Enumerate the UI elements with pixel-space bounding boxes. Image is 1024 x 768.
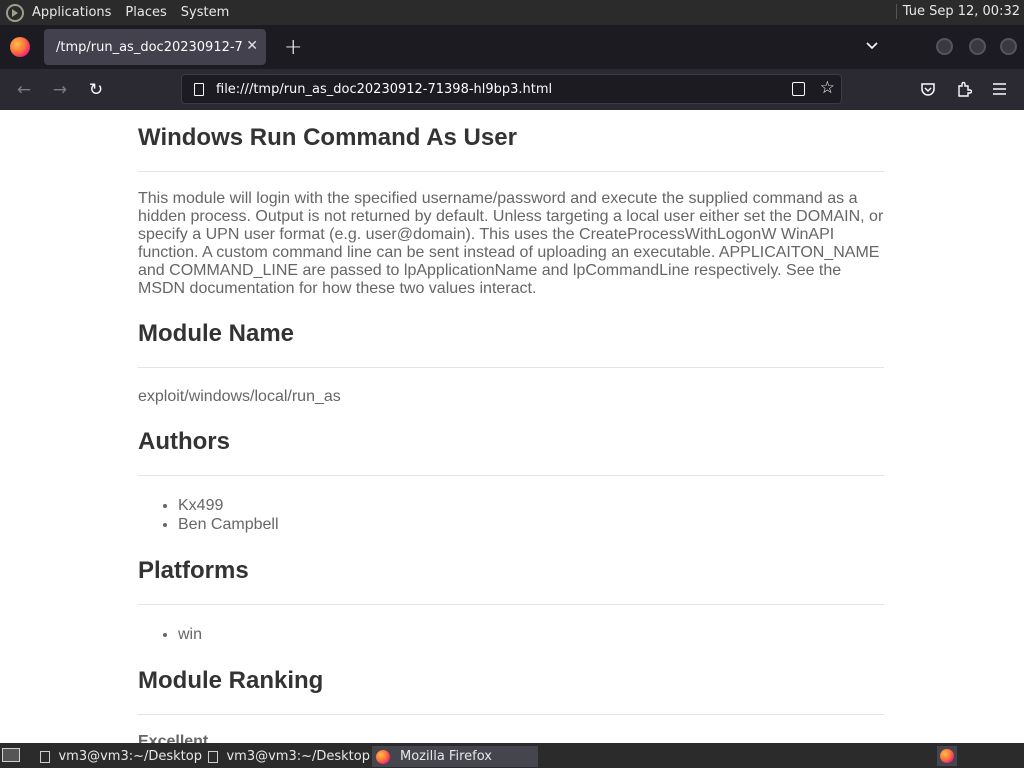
tray-firefox-button[interactable] [937,746,957,766]
tab-run-as-doc[interactable]: /tmp/run_as_doc20230912-71398-hl9bp3.htm… [44,29,266,65]
terminal-icon [208,750,219,763]
hamburger-menu-icon[interactable] [992,83,1007,95]
firefox-logo-icon [10,37,30,57]
nav-bar: ← → ↻ file:///tmp/run_as_doc20230912-713… [0,69,1024,110]
extensions-puzzle-icon[interactable] [956,81,972,98]
taskbar-item-label: vm3@vm3:~/Desktop [226,749,370,764]
module-name-heading: Module Name [138,320,884,368]
page-content: Windows Run Command As User This module … [0,110,1024,743]
taskbar-item-label: Mozilla Firefox [400,749,492,764]
places-menu[interactable]: Places [125,5,166,20]
terminal-icon [40,750,51,763]
page-title: Windows Run Command As User [138,124,884,172]
close-window-button[interactable] [1000,38,1017,55]
authors-list: Kx499 Ben Campbell [178,496,884,534]
list-item: Kx499 [178,496,884,515]
tab-title: /tmp/run_as_doc20230912-71398-hl9bp3.htm… [56,39,242,55]
distro-logo-icon[interactable] [6,3,24,22]
firefox-logo-icon [376,749,390,764]
reader-view-icon[interactable] [792,82,805,96]
bookmark-star-icon[interactable]: ☆ [820,78,835,98]
page-document-icon [194,82,204,96]
taskbar-item-terminal-2[interactable]: vm3@vm3:~/Desktop [204,746,370,767]
url-text[interactable]: file:///tmp/run_as_doc20230912-71398-hl9… [216,82,552,97]
platforms-heading: Platforms [138,557,884,605]
taskbar-item-terminal-1[interactable]: vm3@vm3:~/Desktop [36,746,202,767]
top-panel: Applications Places System Tue Sep 12, 0… [0,0,1024,25]
back-arrow-icon[interactable]: ← [13,79,35,101]
maximize-window-button[interactable] [969,38,986,55]
new-tab-plus-icon[interactable]: + [284,35,302,60]
taskbar: vm3@vm3:~/Desktop vm3@vm3:~/Desktop Mozi… [0,743,1024,768]
module-ranking-heading: Module Ranking [138,667,884,715]
tab-bar: /tmp/run_as_doc20230912-71398-hl9bp3.htm… [0,25,1024,69]
reload-icon[interactable]: ↻ [85,79,107,101]
chevron-down-icon[interactable] [866,39,878,51]
url-bar[interactable]: file:///tmp/run_as_doc20230912-71398-hl9… [181,74,842,104]
module-description: This module will login with the specifie… [138,190,884,297]
forward-arrow-icon[interactable]: → [49,79,71,101]
platforms-list: win [178,625,884,644]
list-item: Ben Campbell [178,515,884,534]
minimize-window-button[interactable] [936,38,953,55]
module-name-value: exploit/windows/local/run_as [138,388,341,405]
taskbar-item-firefox[interactable]: Mozilla Firefox [372,746,538,767]
pocket-icon[interactable] [920,82,936,97]
taskbar-item-label: vm3@vm3:~/Desktop [58,749,202,764]
applications-menu[interactable]: Applications [32,5,111,20]
module-doc: Windows Run Command As User This module … [138,110,884,743]
close-tab-icon[interactable]: ✕ [246,38,258,54]
system-menu[interactable]: System [181,5,229,20]
show-desktop-icon[interactable] [2,748,20,762]
panel-clock[interactable]: Tue Sep 12, 00:32 [895,4,1020,19]
firefox-logo-icon [940,749,954,763]
authors-heading: Authors [138,428,884,476]
module-ranking-value: Excellent [138,733,209,743]
list-item: win [178,625,884,644]
